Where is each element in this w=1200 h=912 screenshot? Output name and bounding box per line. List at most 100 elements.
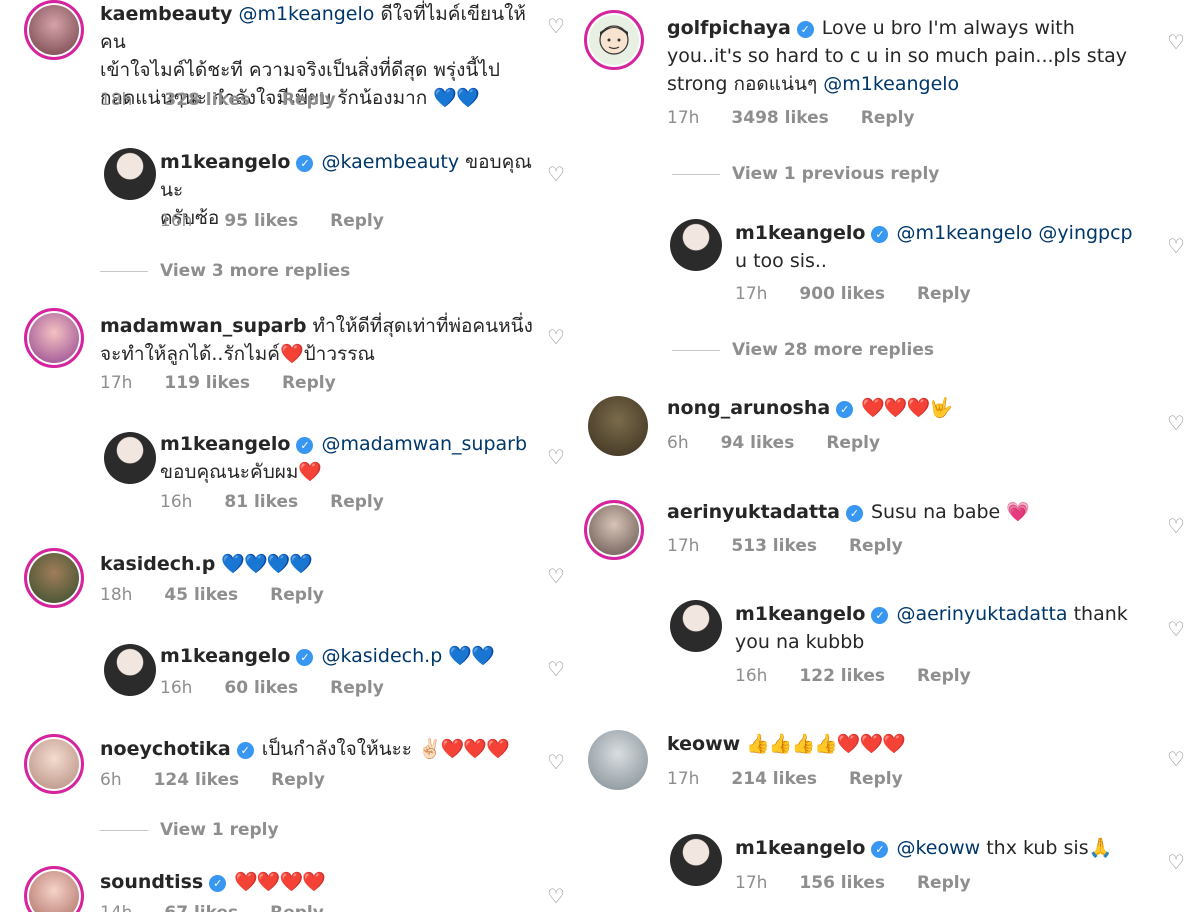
- avatar[interactable]: [588, 396, 648, 456]
- reply-button[interactable]: Reply: [917, 284, 971, 304]
- reply-button[interactable]: Reply: [330, 211, 384, 231]
- heart-outline-icon[interactable]: ♡: [1166, 413, 1186, 433]
- view-more-label[interactable]: View 28 more replies: [732, 340, 934, 360]
- likes-count[interactable]: 81 likes: [224, 492, 298, 512]
- reply-button[interactable]: Reply: [826, 433, 880, 453]
- likes-count[interactable]: 94 likes: [721, 433, 795, 453]
- reply-button[interactable]: Reply: [861, 108, 915, 128]
- likes-count[interactable]: 67 likes: [164, 903, 238, 912]
- likes-count[interactable]: 45 likes: [164, 585, 238, 605]
- view-previous-label[interactable]: View 1 previous reply: [732, 164, 939, 184]
- mention-link[interactable]: @keoww: [896, 837, 980, 859]
- heart-outline-icon[interactable]: ♡: [1166, 236, 1186, 256]
- likes-count[interactable]: 124 likes: [154, 770, 240, 790]
- heart-outline-icon[interactable]: ♡: [1166, 619, 1186, 639]
- likes-count[interactable]: 119 likes: [164, 373, 250, 393]
- heart-outline-icon[interactable]: ♡: [546, 327, 566, 347]
- reply-button[interactable]: Reply: [270, 585, 324, 605]
- heart-outline-icon[interactable]: ♡: [1166, 852, 1186, 872]
- username[interactable]: nong_arunosha: [667, 397, 830, 419]
- avatar[interactable]: [104, 148, 156, 200]
- heart-outline-icon[interactable]: ♡: [546, 659, 566, 679]
- username[interactable]: aerinyuktadatta: [667, 501, 840, 523]
- timestamp: 17h: [667, 769, 700, 789]
- heart-outline-icon[interactable]: ♡: [1166, 516, 1186, 536]
- likes-count[interactable]: 3498 likes: [731, 108, 828, 128]
- likes-count[interactable]: 156 likes: [799, 873, 885, 893]
- username[interactable]: madamwan_suparb: [100, 315, 306, 337]
- heart-outline-icon[interactable]: ♡: [546, 752, 566, 772]
- emoji: 💗: [1006, 501, 1030, 523]
- comment-body: Susu na babe: [870, 501, 1007, 523]
- reply-button[interactable]: Reply: [271, 770, 325, 790]
- username[interactable]: m1keangelo: [160, 433, 290, 455]
- timestamp: 17h: [735, 873, 768, 893]
- avatar[interactable]: [670, 834, 722, 886]
- avatar[interactable]: [24, 0, 84, 60]
- username[interactable]: m1keangelo: [160, 645, 290, 667]
- username[interactable]: kasidech.p: [100, 553, 215, 575]
- mention-link[interactable]: @madamwan_suparb: [321, 433, 527, 455]
- view-more-replies[interactable]: View 3 more replies: [100, 261, 350, 281]
- avatar[interactable]: [584, 10, 644, 70]
- mention-link[interactable]: @m1keangelo @yingpcp: [896, 222, 1132, 244]
- likes-count[interactable]: 60 likes: [224, 678, 298, 698]
- mention-link[interactable]: @m1keangelo: [823, 73, 959, 95]
- mention-link[interactable]: @m1keangelo: [238, 3, 374, 25]
- reply-button[interactable]: Reply: [330, 678, 384, 698]
- avatar[interactable]: [24, 866, 84, 912]
- heart-outline-icon[interactable]: ♡: [546, 566, 566, 586]
- username[interactable]: m1keangelo: [160, 151, 290, 173]
- username[interactable]: m1keangelo: [735, 837, 865, 859]
- reply-button[interactable]: Reply: [282, 373, 336, 393]
- reply-button[interactable]: Reply: [270, 903, 324, 912]
- reply-button[interactable]: Reply: [282, 90, 336, 110]
- view-more-label[interactable]: View 3 more replies: [160, 261, 350, 281]
- likes-count[interactable]: 95 likes: [224, 211, 298, 231]
- reply-button[interactable]: Reply: [849, 769, 903, 789]
- likes-count[interactable]: 900 likes: [799, 284, 885, 304]
- view-more-label[interactable]: View 1 reply: [160, 820, 279, 840]
- avatar[interactable]: [24, 548, 84, 608]
- likes-count[interactable]: 122 likes: [799, 666, 885, 686]
- avatar[interactable]: [584, 500, 644, 560]
- avatar[interactable]: [670, 219, 722, 271]
- view-more-replies[interactable]: View 28 more replies: [672, 340, 934, 360]
- mention-link[interactable]: @aerinyuktadatta: [896, 603, 1067, 625]
- username[interactable]: noeychotika: [100, 738, 231, 760]
- comment-body: thank: [1067, 603, 1128, 625]
- heart-outline-icon[interactable]: ♡: [546, 164, 566, 184]
- username[interactable]: golfpichaya: [667, 17, 791, 39]
- divider: [672, 349, 720, 351]
- avatar[interactable]: [588, 730, 648, 790]
- username[interactable]: m1keangelo: [735, 222, 865, 244]
- likes-count[interactable]: 513 likes: [731, 536, 817, 556]
- username[interactable]: keoww: [667, 733, 740, 755]
- avatar[interactable]: [104, 644, 156, 696]
- comment-body: you na kubbb: [735, 631, 865, 653]
- mention-link[interactable]: @kaembeauty: [321, 151, 459, 173]
- avatar[interactable]: [104, 432, 156, 484]
- heart-outline-icon[interactable]: ♡: [546, 447, 566, 467]
- likes-count[interactable]: 214 likes: [731, 769, 817, 789]
- username[interactable]: soundtiss: [100, 871, 203, 893]
- mention-link[interactable]: @kasidech.p: [321, 645, 442, 667]
- reply-button[interactable]: Reply: [917, 873, 971, 893]
- avatar[interactable]: [670, 600, 722, 652]
- heart-outline-icon[interactable]: ♡: [1166, 749, 1186, 769]
- username[interactable]: m1keangelo: [735, 603, 865, 625]
- avatar[interactable]: [24, 308, 84, 368]
- username[interactable]: kaembeauty: [100, 3, 232, 25]
- view-more-replies[interactable]: View 1 reply: [100, 820, 279, 840]
- comment-text: noeychotika ✓ เป็นกำลังใจให้นะะ ✌🏻❤️❤️❤️: [100, 735, 540, 763]
- likes-count[interactable]: 328 likes: [164, 90, 250, 110]
- heart-outline-icon[interactable]: ♡: [1166, 32, 1186, 52]
- reply-button[interactable]: Reply: [330, 492, 384, 512]
- view-previous-replies[interactable]: View 1 previous reply: [672, 164, 939, 184]
- comment-meta: 18h 328 likes Reply: [100, 90, 368, 110]
- reply-button[interactable]: Reply: [849, 536, 903, 556]
- heart-outline-icon[interactable]: ♡: [546, 16, 566, 36]
- avatar[interactable]: [24, 734, 84, 794]
- heart-outline-icon[interactable]: ♡: [546, 886, 566, 906]
- reply-button[interactable]: Reply: [917, 666, 971, 686]
